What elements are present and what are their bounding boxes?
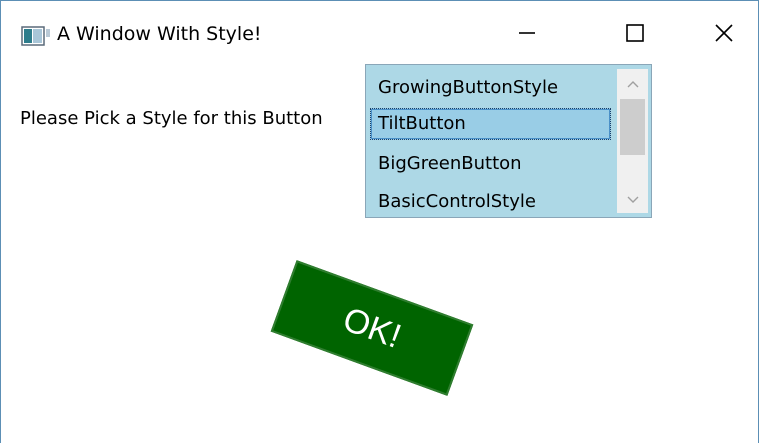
minimize-icon bbox=[517, 23, 537, 47]
ok-button[interactable]: OK! bbox=[270, 260, 474, 396]
app-window-icon bbox=[21, 26, 53, 46]
close-icon bbox=[714, 23, 734, 47]
style-listbox[interactable]: GrowingButtonStyle TiltButton BigGreenBu… bbox=[365, 64, 652, 218]
style-prompt-label: Please Pick a Style for this Button bbox=[20, 108, 323, 129]
list-item-tilt-button[interactable]: TiltButton bbox=[370, 108, 611, 140]
chevron-down-icon bbox=[626, 190, 640, 209]
list-item-growing-button-style[interactable]: GrowingButtonStyle bbox=[370, 72, 611, 104]
listbox-scrollbar[interactable] bbox=[617, 69, 648, 213]
list-item-big-green-button[interactable]: BigGreenButton bbox=[370, 148, 611, 180]
window-title: A Window With Style! bbox=[57, 23, 262, 45]
title-bar[interactable]: A Window With Style! bbox=[1, 1, 758, 65]
minimize-button[interactable] bbox=[504, 15, 550, 55]
scroll-down-button[interactable] bbox=[617, 185, 648, 213]
scroll-thumb[interactable] bbox=[620, 99, 645, 155]
close-button[interactable] bbox=[701, 15, 747, 55]
chevron-up-icon bbox=[626, 74, 640, 93]
list-item-basic-control-style[interactable]: BasicControlStyle bbox=[370, 186, 611, 217]
scroll-up-button[interactable] bbox=[617, 69, 648, 97]
maximize-icon bbox=[625, 23, 645, 47]
app-window: A Window With Style! Please Pick a Style… bbox=[0, 0, 759, 443]
maximize-button[interactable] bbox=[612, 15, 658, 55]
